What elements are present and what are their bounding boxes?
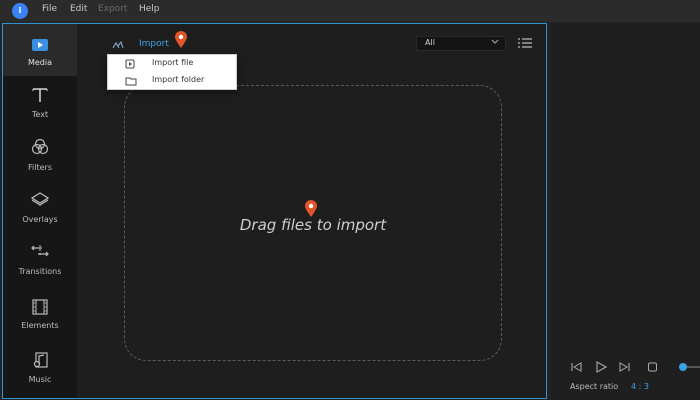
menu-export[interactable]: Export	[98, 4, 127, 14]
aspect-ratio-label: Aspect ratio	[570, 382, 619, 391]
overlays-icon	[30, 192, 50, 206]
menu-edit[interactable]: Edit	[70, 4, 87, 14]
preview-panel: Aspect ratio 4 : 3	[551, 23, 700, 400]
sidebar-item-media[interactable]: Media	[3, 24, 77, 76]
sidebar-item-label: Filters	[28, 163, 52, 172]
sidebar-item-label: Transitions	[18, 267, 62, 276]
folder-icon	[125, 77, 137, 86]
sidebar-item-label: Overlays	[22, 215, 58, 224]
previous-frame-icon[interactable]	[570, 362, 582, 372]
import-label: Import	[139, 39, 169, 49]
menu-item-label: Import file	[152, 58, 194, 67]
filter-select[interactable]: All	[416, 36, 506, 51]
volume-slider-knob[interactable]	[679, 363, 687, 371]
chevron-down-icon	[491, 39, 499, 44]
menu-help[interactable]: Help	[139, 4, 160, 14]
sidebar-item-music[interactable]: Music	[3, 342, 77, 394]
import-menu: Import file Import folder	[107, 54, 237, 90]
sidebar-item-filters[interactable]: Filters	[3, 132, 77, 184]
sidebar-item-overlays[interactable]: Overlays	[3, 184, 77, 236]
media-icon	[32, 39, 48, 51]
stop-icon[interactable]	[647, 362, 659, 372]
sidebar-item-elements[interactable]: Elements	[3, 288, 77, 340]
filters-icon	[31, 138, 49, 155]
sidebar: Media Text Filters Overlays Transitions …	[3, 24, 77, 398]
sidebar-item-text[interactable]: Text	[3, 80, 77, 132]
location-pin-icon	[175, 31, 187, 48]
menu-file[interactable]: File	[42, 4, 57, 14]
volume-slider-track[interactable]	[685, 366, 700, 368]
drop-zone-text: Drag files to import	[239, 216, 387, 234]
menu-item-import-file[interactable]: Import file	[108, 55, 236, 72]
next-frame-icon[interactable]	[619, 362, 631, 372]
transitions-icon	[31, 245, 49, 257]
sidebar-item-label: Media	[27, 58, 53, 67]
sidebar-item-label: Elements	[21, 321, 59, 330]
elements-icon	[32, 299, 48, 315]
import-icon	[112, 40, 124, 49]
play-icon[interactable]	[595, 361, 607, 373]
list-view-icon[interactable]	[517, 37, 533, 49]
file-icon	[125, 59, 135, 69]
sidebar-item-label: Text	[31, 110, 49, 119]
text-icon	[32, 88, 48, 102]
media-panel: Media Text Filters Overlays Transitions …	[2, 23, 547, 399]
sidebar-item-label: Music	[28, 375, 52, 384]
aspect-ratio-value[interactable]: 4 : 3	[631, 382, 649, 391]
app-logo-icon[interactable]: i	[12, 3, 28, 19]
menu-item-import-folder[interactable]: Import folder	[108, 72, 236, 89]
music-icon	[33, 352, 48, 368]
drop-zone[interactable]: Drag files to import	[124, 85, 502, 361]
menu-item-label: Import folder	[152, 75, 205, 84]
menu-bar: i File Edit Export Help	[0, 0, 700, 22]
sidebar-item-transitions[interactable]: Transitions	[3, 236, 77, 288]
filter-value: All	[425, 38, 435, 47]
